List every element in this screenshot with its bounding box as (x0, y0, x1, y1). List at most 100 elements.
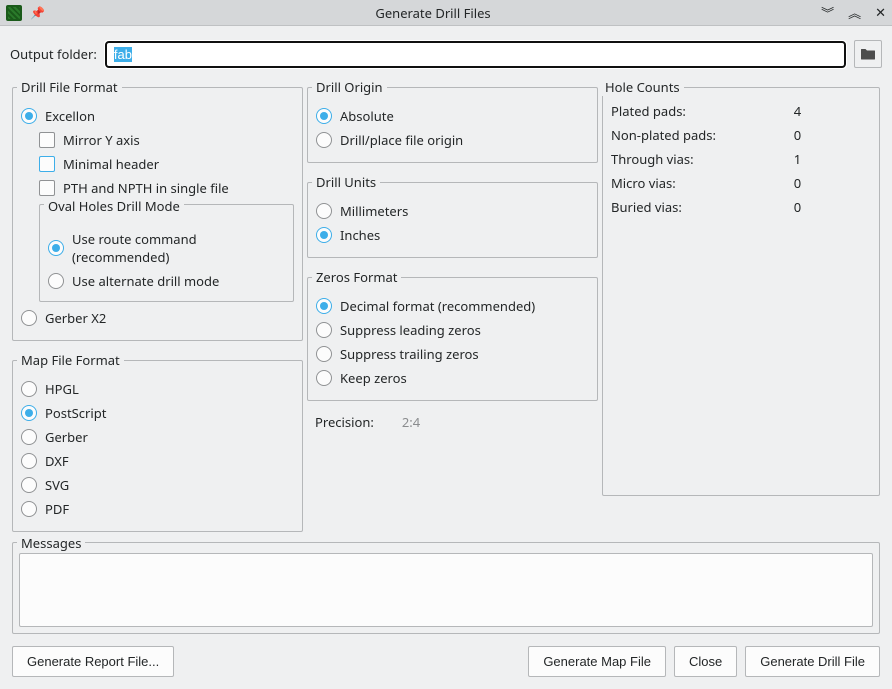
radio-label: Millimeters (340, 202, 408, 220)
checkbox-label: Minimal header (63, 155, 159, 173)
drill-file-format-legend: Drill File Format (17, 78, 122, 96)
radio-inches[interactable]: Inches (316, 223, 589, 247)
titlebar: 📌 Generate Drill Files ︾ ︽ ✕ (0, 0, 892, 26)
check-mirror-y[interactable]: Mirror Y axis (39, 128, 294, 152)
spacer (182, 646, 520, 677)
checkbox-icon (39, 180, 55, 196)
micro-vias-value: 0 (794, 174, 865, 192)
maximize-icon[interactable]: ︽ (848, 3, 861, 22)
radio-use-route[interactable]: Use route command (recommended) (48, 227, 285, 269)
radio-icon (316, 298, 332, 314)
folder-icon (860, 46, 876, 62)
radio-gerber-x2[interactable]: Gerber X2 (21, 306, 294, 330)
plated-pads-value: 4 (794, 102, 865, 120)
radio-label: Decimal format (recommended) (340, 297, 535, 315)
radio-excellon[interactable]: Excellon (21, 104, 294, 128)
radio-drill-place-origin[interactable]: Drill/place file origin (316, 128, 589, 152)
radio-icon (21, 429, 37, 445)
radio-suppress-trailing[interactable]: Suppress trailing zeros (316, 342, 589, 366)
radio-icon (21, 310, 37, 326)
radio-use-alt[interactable]: Use alternate drill mode (48, 269, 285, 293)
radio-label: DXF (45, 452, 69, 470)
output-folder-row: Output folder: (10, 36, 882, 72)
radio-label: Suppress trailing zeros (340, 345, 479, 363)
radio-millimeters[interactable]: Millimeters (316, 199, 589, 223)
output-folder-input[interactable] (105, 41, 846, 68)
app-icon (6, 5, 22, 21)
check-minimal-header[interactable]: Minimal header (39, 152, 294, 176)
generate-drill-button[interactable]: Generate Drill File (745, 646, 880, 677)
radio-keep-zeros[interactable]: Keep zeros (316, 366, 589, 390)
radio-icon (316, 203, 332, 219)
drill-file-format-group: Drill File Format Excellon Mirror Y axis… (12, 78, 303, 341)
radio-icon (316, 346, 332, 362)
radio-icon (316, 108, 332, 124)
radio-icon (316, 370, 332, 386)
radio-icon (21, 381, 37, 397)
messages-group: Messages (12, 542, 880, 634)
generate-report-button[interactable]: Generate Report File... (12, 646, 174, 677)
radio-label: PostScript (45, 404, 106, 422)
radio-hpgl[interactable]: HPGL (21, 377, 294, 401)
non-plated-pads-value: 0 (794, 126, 865, 144)
drill-units-legend: Drill Units (312, 173, 380, 191)
radio-icon (21, 501, 37, 517)
radio-icon (48, 273, 64, 289)
hole-counts-group: Hole Counts Plated pads: 4 Non-plated pa… (602, 78, 880, 496)
plated-pads-label: Plated pads: (611, 102, 780, 120)
micro-vias-label: Micro vias: (611, 174, 780, 192)
radio-icon (21, 108, 37, 124)
browse-folder-button[interactable] (854, 40, 882, 68)
drill-units-group: Drill Units Millimeters Inches (307, 173, 598, 258)
radio-label: Keep zeros (340, 369, 407, 387)
radio-label: Gerber X2 (45, 309, 106, 327)
buried-vias-value: 0 (794, 198, 865, 216)
checkbox-icon (39, 132, 55, 148)
messages-legend: Messages (17, 534, 85, 552)
zeros-format-group: Zeros Format Decimal format (recommended… (307, 268, 598, 401)
radio-pdf[interactable]: PDF (21, 497, 294, 521)
radio-label: Use route command (recommended) (72, 230, 285, 266)
radio-dxf[interactable]: DXF (21, 449, 294, 473)
radio-postscript[interactable]: PostScript (21, 401, 294, 425)
through-vias-value: 1 (794, 150, 865, 168)
radio-icon (21, 453, 37, 469)
radio-gerber[interactable]: Gerber (21, 425, 294, 449)
pin-icon[interactable]: 📌 (30, 4, 45, 21)
radio-label: PDF (45, 500, 69, 518)
radio-svg[interactable]: SVG (21, 473, 294, 497)
close-button[interactable]: Close (674, 646, 737, 677)
drill-origin-group: Drill Origin Absolute Drill/place file o… (307, 78, 598, 163)
radio-label: Suppress leading zeros (340, 321, 481, 339)
radio-label: Use alternate drill mode (72, 272, 219, 290)
radio-label: SVG (45, 476, 69, 494)
oval-holes-legend: Oval Holes Drill Mode (44, 197, 184, 215)
radio-label: Gerber (45, 428, 88, 446)
radio-label: Absolute (340, 107, 394, 125)
generate-map-button[interactable]: Generate Map File (528, 646, 666, 677)
checkbox-icon (39, 156, 55, 172)
radio-label: Drill/place file origin (340, 131, 463, 149)
radio-absolute[interactable]: Absolute (316, 104, 589, 128)
radio-icon (316, 227, 332, 243)
precision-row: Precision: 2:4 (305, 407, 600, 437)
map-file-format-group: Map File Format HPGL PostScript Gerber D… (12, 351, 303, 532)
close-icon[interactable]: ✕ (875, 3, 886, 22)
radio-decimal[interactable]: Decimal format (recommended) (316, 294, 589, 318)
radio-label: Inches (340, 226, 380, 244)
drill-origin-legend: Drill Origin (312, 78, 387, 96)
radio-icon (316, 132, 332, 148)
window-title: Generate Drill Files (53, 4, 813, 22)
zeros-format-legend: Zeros Format (312, 268, 401, 286)
checkbox-label: Mirror Y axis (63, 131, 140, 149)
messages-textarea[interactable] (19, 553, 873, 627)
minimize-icon[interactable]: ︾ (821, 3, 834, 22)
radio-label: Excellon (45, 107, 95, 125)
precision-value: 2:4 (402, 413, 420, 431)
output-folder-label: Output folder: (10, 45, 97, 63)
oval-holes-group: Oval Holes Drill Mode Use route command … (39, 204, 294, 302)
radio-suppress-leading[interactable]: Suppress leading zeros (316, 318, 589, 342)
button-row: Generate Report File... Generate Map Fil… (10, 640, 882, 679)
radio-icon (21, 405, 37, 421)
window-controls: ︾ ︽ ✕ (821, 3, 886, 22)
